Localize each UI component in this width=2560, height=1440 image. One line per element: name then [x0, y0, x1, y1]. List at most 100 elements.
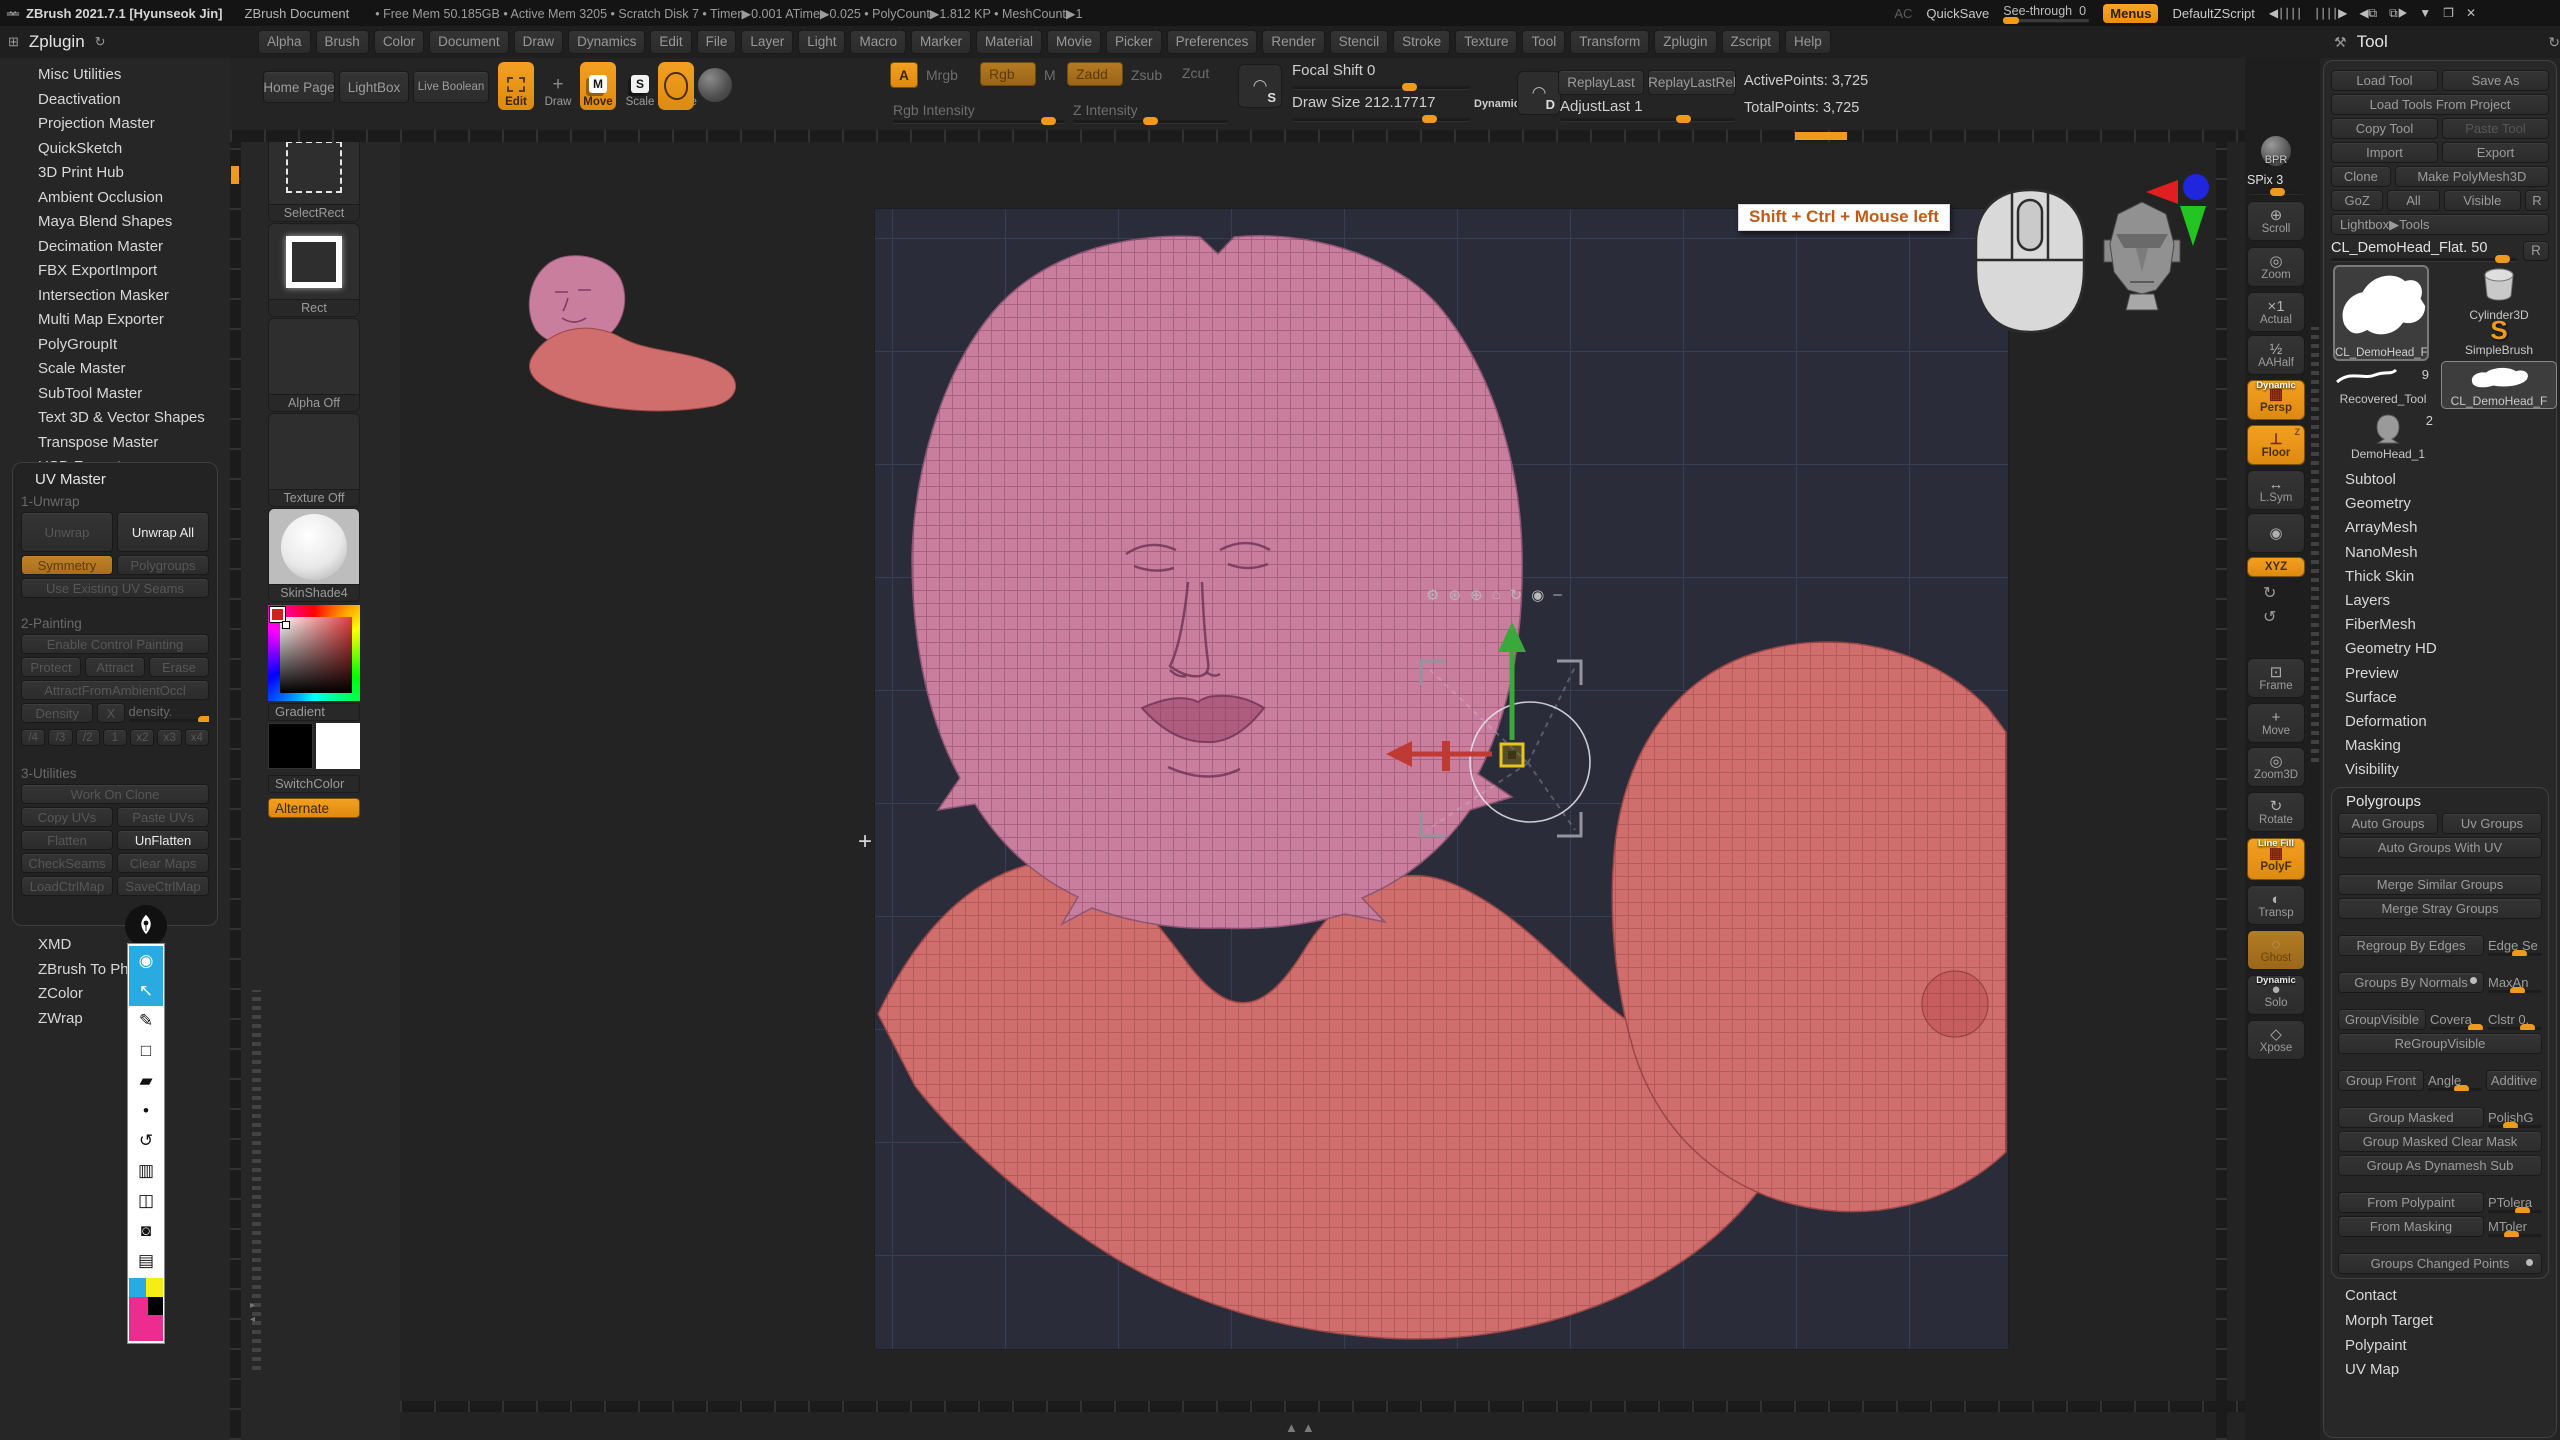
- transparency-button[interactable]: ◐Transp: [2247, 885, 2305, 925]
- actual-button[interactable]: ×1Actual: [2247, 292, 2305, 332]
- mrgb-button[interactable]: Mrgb: [926, 67, 958, 83]
- color-picker[interactable]: [268, 605, 360, 701]
- camera-icon[interactable]: ◙: [129, 1216, 163, 1246]
- dynamic-label[interactable]: Dynamic: [1474, 98, 1520, 110]
- menu-item[interactable]: File: [697, 30, 737, 54]
- rotate-z-icon[interactable]: ↺: [2263, 607, 2276, 627]
- zoom3d-button[interactable]: ◎Zoom3D: [2247, 747, 2305, 787]
- flatten-button[interactable]: Flatten: [21, 830, 113, 850]
- menu-item[interactable]: Tool: [1522, 30, 1565, 54]
- trash-icon[interactable]: ▥: [129, 1156, 163, 1186]
- stroke-shape-tile[interactable]: Rect: [268, 223, 360, 317]
- erase-button[interactable]: Erase: [149, 657, 209, 677]
- copy-uvs-button[interactable]: Copy UVs: [21, 807, 113, 827]
- undo-icon[interactable]: ↺: [129, 1126, 163, 1156]
- eraser-icon[interactable]: ▰: [129, 1066, 163, 1096]
- goz-visible-button[interactable]: Visible: [2444, 190, 2521, 211]
- canvas-left-ruler[interactable]: [230, 142, 241, 1440]
- divider-right-icon[interactable]: ⧉▶: [2389, 6, 2407, 21]
- polyframe-button[interactable]: Line Fill▦PolyF: [2247, 838, 2305, 880]
- load-tool-button[interactable]: Load Tool: [2331, 70, 2438, 91]
- menu-item[interactable]: Alpha: [258, 30, 311, 54]
- restore-button[interactable]: ❒: [2443, 6, 2454, 20]
- loadctrlmap-button[interactable]: LoadCtrlMap: [21, 876, 113, 896]
- zadd-button[interactable]: Zadd: [1067, 62, 1123, 86]
- color-swatch-a[interactable]: A: [890, 62, 918, 88]
- menu-item[interactable]: Brush: [316, 30, 369, 54]
- unwrap-button[interactable]: Unwrap: [21, 512, 113, 552]
- zplugin-section[interactable]: 3D Print Hub: [38, 164, 205, 189]
- tool-section[interactable]: Polypaint: [2345, 1337, 2549, 1362]
- copy-tool-button[interactable]: Copy Tool: [2331, 118, 2438, 139]
- z-intensity-slider[interactable]: [1073, 120, 1228, 123]
- move3d-button[interactable]: +Move: [2247, 703, 2305, 743]
- additive-button[interactable]: Additive: [2486, 1070, 2542, 1091]
- tool-r-button[interactable]: R: [2523, 241, 2549, 261]
- menu-item[interactable]: Document: [429, 30, 509, 54]
- menu-item[interactable]: Draw: [514, 30, 564, 54]
- work-on-clone-button[interactable]: Work On Clone: [21, 784, 209, 804]
- menu-item[interactable]: Stroke: [1393, 30, 1450, 54]
- density-multiplier-button[interactable]: x3: [157, 729, 181, 746]
- xyz-button[interactable]: XYZ: [2247, 557, 2305, 577]
- group-front-button[interactable]: Group Front: [2338, 1070, 2424, 1091]
- tool-section[interactable]: Surface: [2345, 689, 2549, 713]
- menu-item[interactable]: Preferences: [1167, 30, 1258, 54]
- menu-item[interactable]: Movie: [1047, 30, 1101, 54]
- tray-scrollbar[interactable]: ▸◂: [252, 990, 261, 1370]
- density-button[interactable]: Density: [21, 703, 93, 723]
- zsub-button[interactable]: Zsub: [1131, 67, 1162, 83]
- tool-section[interactable]: Masking: [2345, 737, 2549, 761]
- switch-color-button[interactable]: SwitchColor: [268, 775, 360, 793]
- minimize-button[interactable]: ▼: [2419, 6, 2431, 20]
- gizmo-icon-row[interactable]: ⚙ ⊛ ⊕ ⌂ ↻ ◉ –: [1426, 586, 1562, 604]
- zplugin-section[interactable]: Transpose Master: [38, 434, 205, 459]
- menu-item[interactable]: Transform: [1570, 30, 1649, 54]
- zplugin-section[interactable]: Decimation Master: [38, 238, 205, 263]
- max-angle-slider[interactable]: MaxAn: [2488, 972, 2542, 993]
- spix-slider[interactable]: [2249, 191, 2303, 194]
- zplugin-section[interactable]: Multi Map Exporter: [38, 311, 205, 336]
- rgb-button[interactable]: Rgb: [980, 62, 1036, 86]
- menu-item[interactable]: Material: [976, 30, 1042, 54]
- scroll-button[interactable]: ⊕Scroll: [2247, 201, 2305, 241]
- menu-item[interactable]: Dynamics: [568, 30, 645, 54]
- import-button[interactable]: Import: [2331, 142, 2438, 163]
- draw-mode-button[interactable]: + Draw: [540, 62, 576, 110]
- solo-button[interactable]: Dynamic●Solo: [2247, 975, 2305, 1015]
- uv-master-title[interactable]: UV Master: [35, 471, 209, 488]
- zplugin-section[interactable]: Scale Master: [38, 360, 205, 385]
- edge-smooth-slider[interactable]: Edge Se: [2488, 935, 2542, 956]
- tool-section[interactable]: NanoMesh: [2345, 544, 2549, 568]
- stroke-d-icon[interactable]: ◠D: [1517, 71, 1561, 115]
- lightbox-button[interactable]: LightBox: [339, 71, 409, 103]
- load-tools-from-project-button[interactable]: Load Tools From Project: [2331, 94, 2549, 115]
- zplugin-section[interactable]: Maya Blend Shapes: [38, 213, 205, 238]
- polygroups-title[interactable]: Polygroups: [2346, 793, 2542, 810]
- regroup-by-edges-button[interactable]: Regroup By Edges: [2338, 935, 2484, 956]
- zplugin-section[interactable]: Ambient Occlusion: [38, 189, 205, 214]
- pen-nib-icon[interactable]: [125, 905, 167, 947]
- menu-item[interactable]: Picker: [1106, 30, 1162, 54]
- menu-item[interactable]: Zscript: [1722, 30, 1781, 54]
- ghost-button[interactable]: ◌Ghost: [2247, 930, 2305, 970]
- frame-button[interactable]: ⊡Frame: [2247, 658, 2305, 698]
- refresh-icon[interactable]: ↻: [2548, 34, 2560, 51]
- tool-section[interactable]: FiberMesh: [2345, 616, 2549, 640]
- ptolerance-slider[interactable]: PTolera: [2488, 1192, 2542, 1213]
- tool-thumb[interactable]: CL_DemoHead_F: [2441, 361, 2557, 409]
- rgb-intensity-slider[interactable]: [893, 120, 1065, 123]
- symmetry-button[interactable]: Symmetry: [21, 555, 113, 575]
- tool-section[interactable]: Thick Skin: [2345, 568, 2549, 592]
- focal-shift-slider[interactable]: [1292, 86, 1470, 89]
- merge-similar-groups-button[interactable]: Merge Similar Groups: [2338, 874, 2542, 895]
- live-boolean-button[interactable]: Live Boolean: [413, 71, 489, 103]
- tool-section[interactable]: Geometry HD: [2345, 640, 2549, 664]
- zplugin-section[interactable]: Deactivation: [38, 91, 205, 116]
- collapse-right-tray-icon[interactable]: ∣∣∣∣▶: [2314, 6, 2347, 20]
- main-color-swatch[interactable]: [268, 723, 313, 769]
- shelf-scrollbar[interactable]: [2311, 327, 2319, 762]
- refresh-icon[interactable]: ↻: [95, 34, 106, 50]
- zplugin-section[interactable]: PolyGroupIt: [38, 336, 205, 361]
- move-mode-button[interactable]: M Move: [580, 62, 616, 110]
